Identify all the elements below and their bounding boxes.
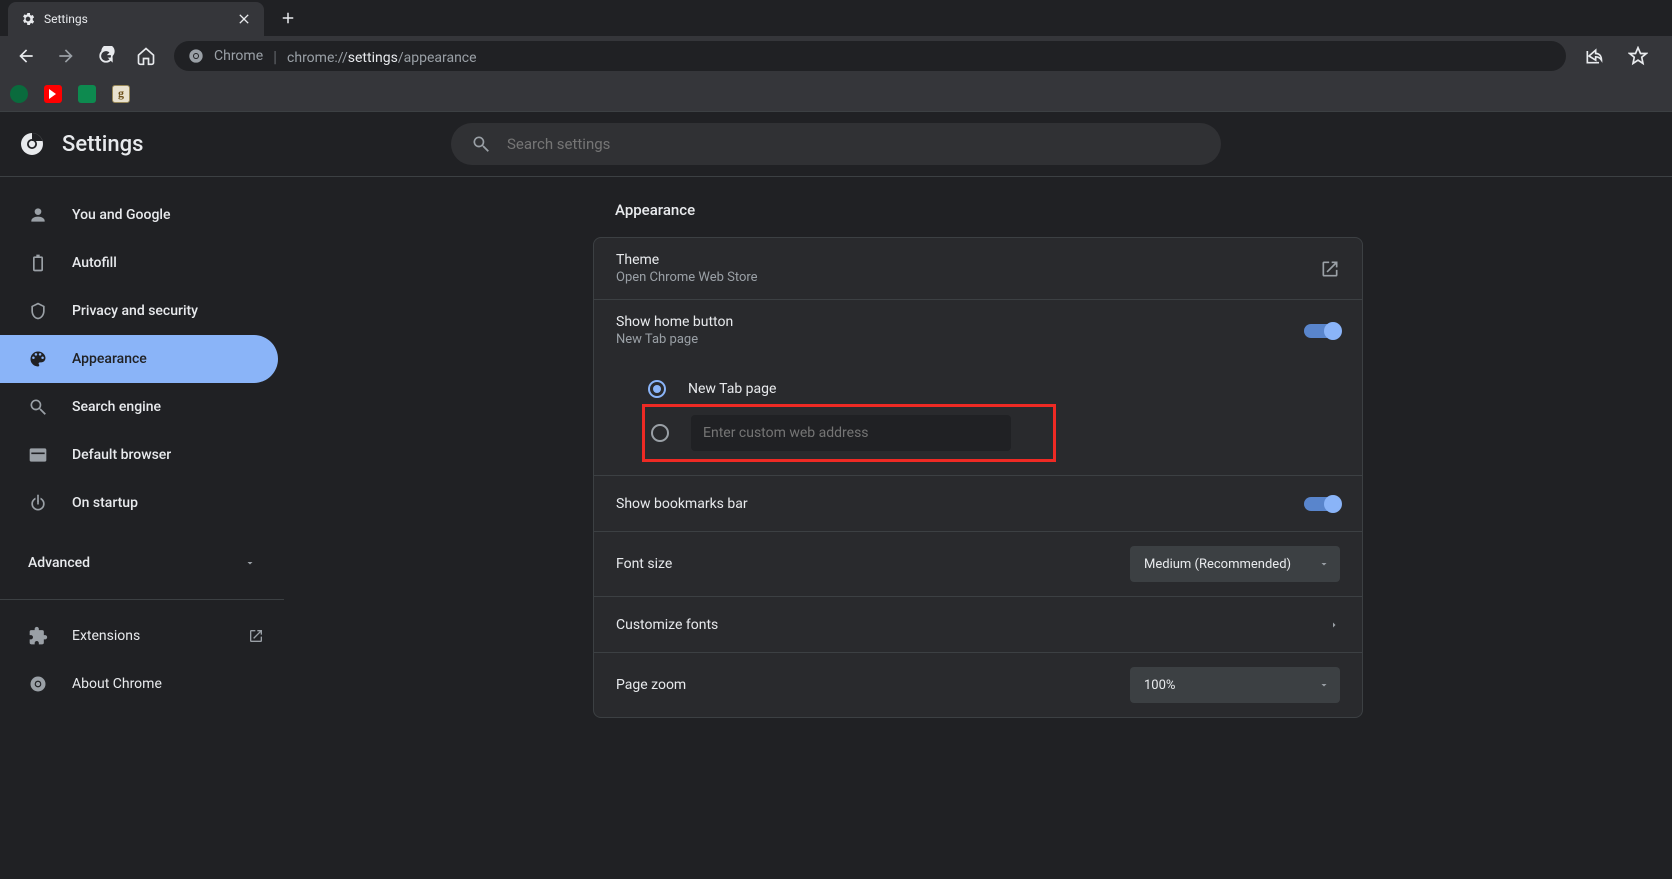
chrome-page-icon — [188, 48, 204, 64]
url-text: chrome://settings/appearance — [287, 47, 477, 66]
row-bookmarks-bar: Show bookmarks bar — [594, 476, 1362, 532]
sidebar-item-default-browser[interactable]: Default browser — [0, 431, 278, 479]
sidebar-item-label: Privacy and security — [72, 303, 198, 319]
chevron-down-icon — [244, 557, 256, 569]
address-bar[interactable]: Chrome | chrome://settings/appearance — [174, 41, 1566, 71]
sidebar-advanced-toggle[interactable]: Advanced — [0, 539, 284, 587]
row-font-size: Font size Medium (Recommended) — [594, 532, 1362, 597]
dropdown-page-zoom[interactable]: 100% — [1130, 667, 1340, 703]
sidebar-item-autofill[interactable]: Autofill — [0, 239, 278, 287]
highlighted-custom-address — [642, 404, 1056, 462]
radio-button[interactable] — [648, 380, 666, 398]
toggle-home-button[interactable] — [1304, 324, 1340, 338]
url-label: Chrome — [214, 48, 263, 64]
bookmarks-bar: g — [0, 76, 1672, 112]
dropdown-font-size[interactable]: Medium (Recommended) — [1130, 546, 1340, 582]
row-label: Show home button — [616, 314, 733, 330]
bookmark-item[interactable] — [44, 85, 62, 103]
sidebar-item-label: About Chrome — [72, 676, 162, 692]
bookmark-item[interactable] — [10, 85, 28, 103]
sidebar-item-you-and-google[interactable]: You and Google — [0, 191, 278, 239]
row-sublabel: Open Chrome Web Store — [616, 270, 758, 285]
bookmark-star-button[interactable] — [1620, 38, 1656, 74]
external-link-icon — [248, 628, 264, 644]
row-page-zoom: Page zoom 100% — [594, 653, 1362, 717]
bookmark-item[interactable]: g — [112, 85, 130, 103]
sidebar-item-label: Search engine — [72, 399, 161, 415]
row-label: Theme — [616, 252, 758, 268]
sidebar-item-on-startup[interactable]: On startup — [0, 479, 278, 527]
row-label: Show bookmarks bar — [616, 496, 748, 512]
gear-icon — [20, 11, 36, 27]
custom-address-input[interactable] — [691, 415, 1011, 451]
section-title: Appearance — [593, 201, 1363, 219]
new-tab-button[interactable] — [274, 4, 302, 32]
sidebar-item-search-engine[interactable]: Search engine — [0, 383, 278, 431]
radio-button[interactable] — [651, 424, 669, 442]
tab-title: Settings — [44, 12, 228, 26]
settings-title: Settings — [62, 132, 143, 157]
dropdown-value: 100% — [1144, 678, 1175, 693]
row-label: Customize fonts — [616, 617, 718, 633]
settings-header: Settings — [0, 112, 1672, 176]
tab-bar: Settings — [0, 0, 1672, 36]
sidebar-item-about-chrome[interactable]: About Chrome — [0, 660, 284, 708]
row-label: Font size — [616, 556, 672, 572]
reload-button[interactable] — [88, 38, 124, 74]
sidebar-item-label: Appearance — [72, 351, 147, 367]
row-sublabel: New Tab page — [616, 332, 733, 347]
search-icon — [471, 134, 491, 154]
sidebar-item-label: Default browser — [72, 447, 171, 463]
content-area: Appearance Theme Open Chrome Web Store S… — [284, 177, 1672, 879]
dropdown-value: Medium (Recommended) — [1144, 557, 1291, 572]
share-button[interactable] — [1576, 38, 1612, 74]
row-home-button: Show home button New Tab page — [594, 300, 1362, 361]
search-input[interactable] — [507, 135, 1201, 153]
radio-label: New Tab page — [688, 381, 776, 397]
close-icon[interactable] — [236, 11, 252, 27]
toggle-bookmarks-bar[interactable] — [1304, 497, 1340, 511]
sidebar-item-label: You and Google — [72, 207, 170, 223]
row-customize-fonts[interactable]: Customize fonts — [594, 597, 1362, 653]
chevron-right-icon — [1328, 619, 1340, 631]
sidebar-item-label: Extensions — [72, 628, 140, 644]
row-label: Page zoom — [616, 677, 686, 693]
browser-tab[interactable]: Settings — [8, 2, 264, 36]
forward-button[interactable] — [48, 38, 84, 74]
home-button-radio-group: New Tab page — [594, 361, 1362, 476]
sidebar-item-appearance[interactable]: Appearance — [0, 335, 278, 383]
row-theme[interactable]: Theme Open Chrome Web Store — [594, 238, 1362, 300]
sidebar-item-label: On startup — [72, 495, 138, 511]
sidebar-item-label: Autofill — [72, 255, 117, 271]
settings-card: Theme Open Chrome Web Store Show home bu… — [593, 237, 1363, 718]
divider — [0, 599, 284, 600]
sidebar-item-extensions[interactable]: Extensions — [0, 612, 284, 660]
sidebar: You and Google Autofill Privacy and secu… — [0, 177, 284, 879]
nav-toolbar: Chrome | chrome://settings/appearance — [0, 36, 1672, 76]
external-link-icon — [1320, 259, 1340, 279]
sidebar-item-privacy[interactable]: Privacy and security — [0, 287, 278, 335]
chevron-down-icon — [1318, 679, 1330, 691]
search-settings-box[interactable] — [451, 123, 1221, 165]
advanced-label: Advanced — [28, 555, 90, 571]
chevron-down-icon — [1318, 558, 1330, 570]
home-button[interactable] — [128, 38, 164, 74]
chrome-logo-icon — [20, 132, 44, 156]
radio-row-custom — [648, 411, 1340, 455]
back-button[interactable] — [8, 38, 44, 74]
bookmark-item[interactable] — [78, 85, 96, 103]
